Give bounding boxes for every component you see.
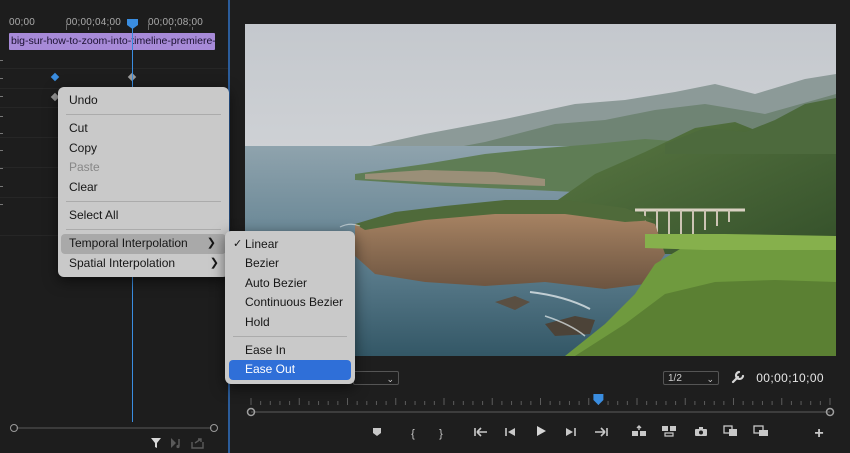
- ruler-tick: [88, 27, 89, 30]
- submenu-item-label: Auto Bezier: [245, 275, 308, 290]
- submenu-item-linear[interactable]: ✓ Linear: [225, 235, 355, 254]
- monitor-scrubber[interactable]: [245, 394, 836, 420]
- menu-item-paste: Paste: [58, 158, 229, 177]
- scrubber-ruler: [246, 394, 835, 417]
- lane-mark: [0, 60, 3, 61]
- menu-separator: [233, 335, 347, 337]
- lift-icon[interactable]: [630, 424, 648, 444]
- context-menu: Undo Cut Copy Paste Clear Select All Tem…: [58, 87, 229, 278]
- submenu-item-hold[interactable]: Hold: [225, 313, 355, 332]
- lane-mark: [0, 186, 3, 187]
- submenu-item-label: Continuous Bezier: [245, 295, 344, 310]
- submenu-item-continuous-bezier[interactable]: Continuous Bezier: [225, 293, 355, 312]
- playhead-timecode[interactable]: 00;00;10;00: [756, 371, 824, 385]
- chevron-down-icon: ⌄: [386, 374, 394, 384]
- submenu-item-label: Hold: [245, 314, 270, 329]
- lane-divider: [0, 68, 228, 69]
- export-icon[interactable]: [191, 437, 204, 449]
- time-ruler[interactable]: 00;00 00;00;04;00 00;00;08;00: [0, 0, 228, 30]
- submenu-item-ease-out[interactable]: Ease Out: [229, 360, 351, 380]
- step-forward-icon[interactable]: [562, 424, 580, 444]
- lane-mark: [0, 204, 3, 205]
- chevron-right-icon: ❯: [209, 256, 219, 269]
- scrubber-playhead[interactable]: [593, 394, 604, 405]
- menu-item-label: Clear: [69, 179, 98, 194]
- ruler-timecode-0: 00;00: [9, 17, 36, 28]
- clip-bar[interactable]: big-sur-how-to-zoom-into-timeline-premie…: [9, 33, 215, 50]
- submenu-item-label: Bezier: [245, 256, 280, 271]
- ruler-timecode-8s: 00;00;08;00: [148, 17, 204, 28]
- chevron-right-icon: ❯: [206, 237, 216, 250]
- go-to-out-icon[interactable]: [592, 424, 610, 444]
- menu-item-temporal-interpolation[interactable]: Temporal Interpolation ❯: [61, 234, 226, 254]
- lane-mark: [0, 96, 3, 97]
- keyframe-selected[interactable]: [50, 72, 60, 82]
- ruler-tick: [170, 27, 171, 30]
- comparison-view-icon[interactable]: [722, 424, 740, 444]
- lane-mark: [0, 168, 3, 169]
- scrollbar-left-handle[interactable]: [10, 424, 18, 432]
- menu-separator: [66, 114, 221, 116]
- timeline-zoom-scrollbar[interactable]: [10, 424, 218, 432]
- menu-item-label: Select All: [69, 207, 119, 222]
- submenu-item-ease-in[interactable]: Ease In: [225, 341, 355, 360]
- ruler-timecode-4s: 00;00;04;00: [66, 17, 122, 28]
- scrollbar-right-handle[interactable]: [210, 424, 218, 432]
- lane-mark: [0, 150, 3, 151]
- play-audio-icon[interactable]: [170, 437, 183, 449]
- menu-item-undo[interactable]: Undo: [58, 91, 229, 110]
- menu-item-label: Cut: [69, 121, 88, 136]
- wrench-icon[interactable]: [731, 370, 745, 384]
- ruler-tick: [110, 27, 111, 30]
- proxy-toggle-icon[interactable]: [752, 424, 770, 444]
- menu-item-label: Spatial Interpolation: [69, 255, 176, 270]
- extract-icon[interactable]: [660, 424, 678, 444]
- play-icon[interactable]: [532, 424, 550, 444]
- menu-item-select-all[interactable]: Select All: [58, 206, 229, 225]
- resolution-dropdown[interactable]: 1/2 ⌄: [663, 371, 719, 385]
- go-to-in-icon[interactable]: [472, 424, 490, 444]
- lane-mark: [0, 133, 3, 134]
- camera-icon[interactable]: [692, 424, 710, 444]
- submenu-item-label: Ease Out: [245, 362, 296, 377]
- menu-item-spatial-interpolation[interactable]: Spatial Interpolation ❯: [58, 254, 229, 273]
- menu-separator: [66, 229, 221, 231]
- lane-mark: [0, 116, 3, 117]
- ruler-tick: [66, 24, 67, 30]
- mark-out-icon[interactable]: }: [432, 424, 450, 444]
- temporal-interpolation-submenu: ✓ Linear Bezier Auto Bezier Continuous B…: [225, 231, 355, 384]
- menu-item-label: Paste: [69, 160, 100, 175]
- mark-in-icon[interactable]: {: [404, 424, 422, 444]
- menu-item-label: Copy: [69, 140, 98, 155]
- ruler-tick: [192, 27, 193, 30]
- transport-controls: { } +: [360, 424, 840, 444]
- menu-item-label: Temporal Interpolation: [69, 236, 188, 251]
- menu-item-label: Undo: [69, 93, 98, 107]
- submenu-item-auto-bezier[interactable]: Auto Bezier: [225, 274, 355, 293]
- submenu-item-label: Linear: [245, 237, 279, 251]
- menu-item-clear[interactable]: Clear: [58, 178, 229, 197]
- add-button-icon[interactable]: +: [810, 424, 828, 444]
- fit-dropdown[interactable]: ⌄: [353, 371, 399, 385]
- menu-item-cut[interactable]: Cut: [58, 119, 229, 138]
- resolution-value: 1/2: [668, 373, 682, 384]
- submenu-item-bezier[interactable]: Bezier: [225, 254, 355, 273]
- add-marker-icon[interactable]: [368, 424, 386, 444]
- filter-icon[interactable]: [150, 437, 162, 449]
- lane-mark: [0, 78, 3, 79]
- menu-item-copy[interactable]: Copy: [58, 139, 229, 158]
- chevron-down-icon: ⌄: [706, 374, 714, 384]
- checkmark-icon: ✓: [233, 238, 243, 250]
- submenu-item-label: Ease In: [245, 342, 286, 357]
- menu-separator: [66, 200, 221, 202]
- ruler-tick: [148, 24, 149, 30]
- scrollbar-track[interactable]: [16, 427, 212, 429]
- step-back-icon[interactable]: [501, 424, 519, 444]
